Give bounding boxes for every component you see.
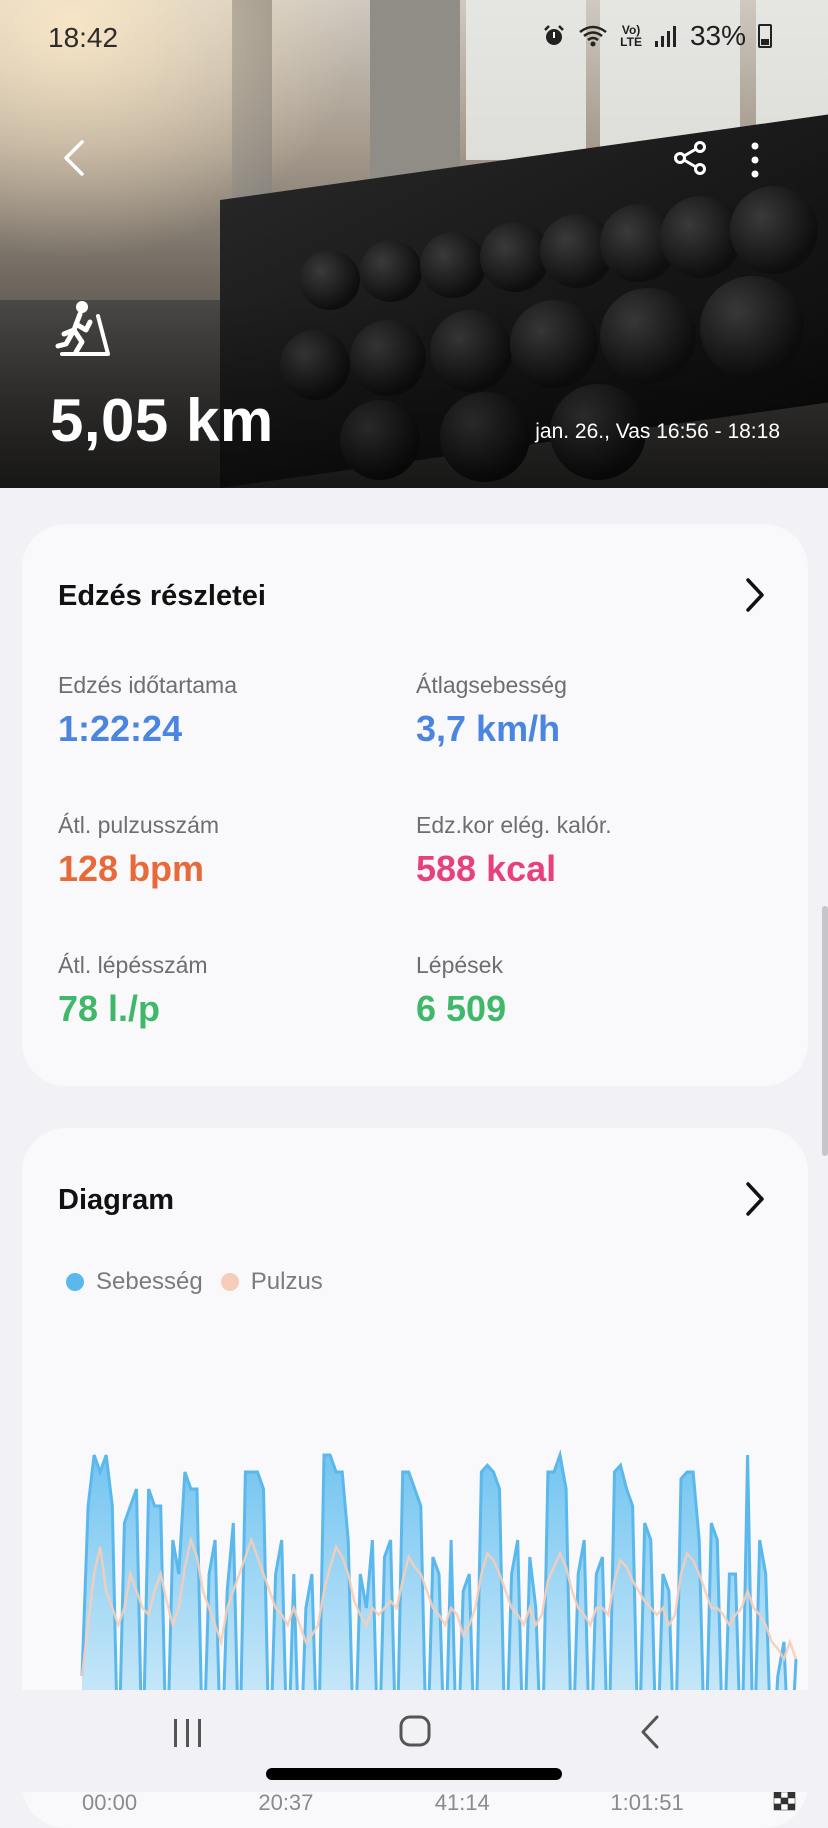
avg-speed-value: 3,7 km/h bbox=[416, 708, 561, 749]
scrollbar[interactable] bbox=[822, 906, 828, 1156]
x-tick-label: 41:14 bbox=[435, 1790, 490, 1815]
more-options-icon[interactable] bbox=[748, 140, 762, 180]
status-icons: Vo) LTE 33% bbox=[542, 20, 772, 52]
finish-flag-icon bbox=[773, 1791, 796, 1811]
legend-dot-speed bbox=[66, 1273, 84, 1291]
nav-back-icon[interactable] bbox=[638, 1714, 662, 1750]
legend-item-pulse: Pulzus bbox=[220, 1268, 323, 1296]
x-tick-label: 00:00 bbox=[82, 1790, 137, 1815]
steps-value: 6 509 bbox=[416, 988, 507, 1029]
status-time: 18:42 bbox=[48, 22, 119, 53]
status-bar: 18:42 Vo) LTE 33% bbox=[0, 0, 828, 80]
duration-value: 1:22:24 bbox=[58, 708, 183, 749]
x-tick-label: 20:37 bbox=[258, 1790, 313, 1815]
duration-label: Edzés időtartama bbox=[58, 672, 237, 698]
avg-speed-label: Átlagsebesség bbox=[416, 672, 567, 698]
legend-item-speed: Sebesség bbox=[66, 1268, 203, 1296]
volte-icon: Vo) LTE bbox=[620, 23, 642, 49]
battery-icon bbox=[758, 24, 772, 48]
workout-details-card[interactable]: Edzés részletei Edzés időtartama 1:22:24… bbox=[22, 524, 808, 1086]
home-icon[interactable] bbox=[398, 1714, 432, 1748]
calories-label: Edz.kor elég. kalór. bbox=[416, 812, 612, 838]
chevron-right-icon[interactable] bbox=[744, 576, 766, 614]
details-title: Edzés részletei bbox=[58, 580, 266, 612]
share-icon[interactable] bbox=[672, 140, 708, 176]
back-arrow-icon[interactable] bbox=[58, 138, 88, 178]
treadmill-run-icon bbox=[55, 301, 110, 356]
gesture-bar bbox=[266, 1768, 562, 1780]
alarm-icon bbox=[544, 25, 565, 45]
avg-cadence-value: 78 l./p bbox=[58, 988, 161, 1029]
avg-heart-rate-value: 128 bpm bbox=[58, 848, 205, 889]
avg-heart-rate-label: Átl. pulzusszám bbox=[58, 812, 220, 838]
battery-percent: 33% bbox=[689, 20, 746, 51]
chart-legend: Sebesség Pulzus bbox=[66, 1268, 341, 1296]
system-nav-bar bbox=[0, 1690, 828, 1792]
chevron-right-icon[interactable] bbox=[744, 1180, 766, 1218]
legend-label-pulse: Pulzus bbox=[250, 1268, 323, 1295]
recent-apps-icon[interactable] bbox=[170, 1716, 206, 1750]
avg-cadence-label: Átl. lépésszám bbox=[58, 952, 208, 978]
legend-label-speed: Sebesség bbox=[96, 1268, 203, 1295]
diagram-title: Diagram bbox=[58, 1184, 175, 1216]
workout-date-range: jan. 26., Vas 16:56 - 18:18 bbox=[535, 420, 780, 443]
legend-dot-pulse bbox=[220, 1273, 239, 1291]
steps-label: Lépések bbox=[416, 952, 503, 978]
wifi-icon bbox=[579, 25, 607, 47]
x-tick-label: 1:01:51 bbox=[610, 1790, 683, 1815]
signal-icon bbox=[654, 26, 676, 47]
calories-value: 588 kcal bbox=[416, 848, 557, 889]
workout-distance: 5,05 km bbox=[50, 387, 274, 454]
